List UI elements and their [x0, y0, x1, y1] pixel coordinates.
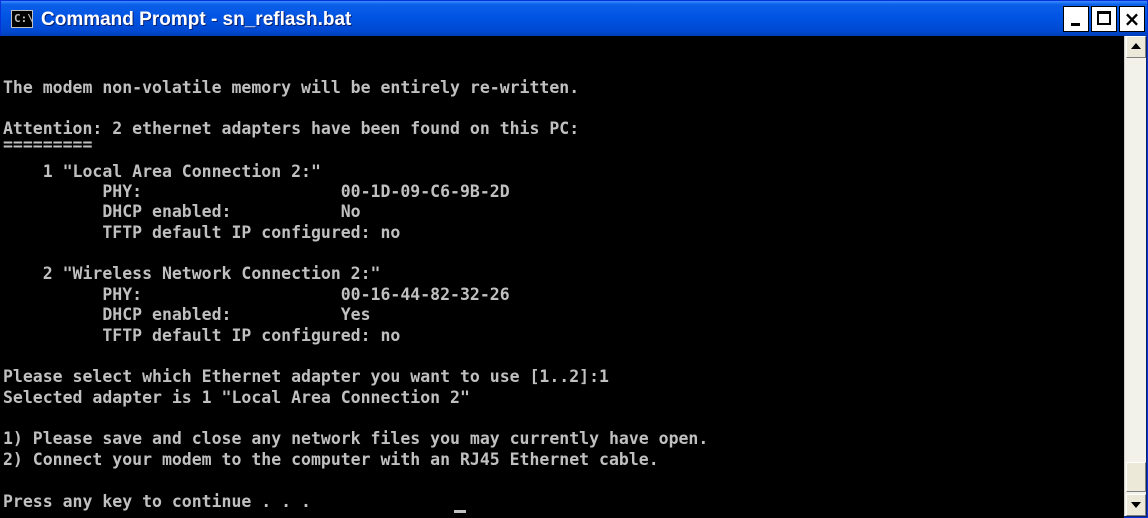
console-line: =========	[3, 135, 93, 154]
scrollbar-thumb[interactable]	[1126, 462, 1146, 492]
console-line: The modem non-volatile memory will be en…	[3, 78, 580, 97]
minimize-button[interactable]	[1063, 6, 1089, 32]
console-line: 1 "Local Area Connection 2:"	[3, 162, 321, 181]
console-line: Selected adapter is 1 "Local Area Connec…	[3, 388, 470, 407]
console-app-icon[interactable]: C:\	[11, 10, 34, 28]
arrow-up-icon	[1131, 43, 1141, 49]
console-line: 1) Please save and close any network fil…	[3, 429, 709, 448]
console-line: PHY: 00-16-44-82-32-26	[3, 285, 510, 304]
app-icon-label: C:\	[14, 12, 34, 25]
console-line: Press any key to continue . . .	[3, 492, 311, 511]
maximize-icon	[1097, 11, 1111, 25]
title-bar[interactable]: C:\ Command Prompt - sn_reflash.bat ×	[1, 1, 1147, 37]
arrow-down-icon	[1131, 502, 1141, 508]
console-line: DHCP enabled: Yes	[3, 305, 371, 324]
console-line: TFTP default IP configured: no	[3, 223, 401, 242]
close-button[interactable]: ×	[1119, 6, 1145, 32]
console-line: 2) Connect your modem to the computer wi…	[3, 450, 659, 469]
console-output[interactable]: The modem non-volatile memory will be en…	[0, 36, 1124, 518]
console-line: PHY: 00-1D-09-C6-9B-2D	[3, 182, 510, 201]
console-line: TFTP default IP configured: no	[3, 326, 401, 345]
window-title: Command Prompt - sn_reflash.bat	[41, 9, 352, 30]
console-line: 2 "Wireless Network Connection 2:"	[3, 264, 381, 283]
text-cursor	[454, 510, 466, 513]
maximize-button[interactable]	[1091, 6, 1117, 32]
vertical-scrollbar[interactable]	[1124, 36, 1146, 516]
minimize-icon	[1071, 23, 1080, 26]
scroll-down-button[interactable]	[1126, 494, 1146, 516]
close-icon: ×	[1123, 7, 1141, 31]
console-line: Please select which Ethernet adapter you…	[3, 367, 609, 386]
console-line: DHCP enabled: No	[3, 202, 361, 221]
scroll-up-button[interactable]	[1126, 36, 1146, 58]
